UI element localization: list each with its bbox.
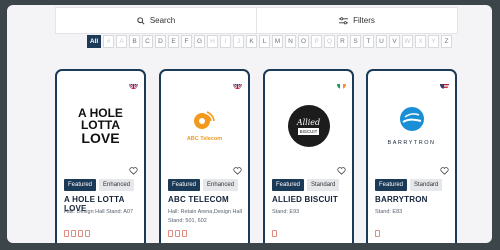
document-icon[interactable] xyxy=(78,230,83,237)
tier-badge: Enhanced xyxy=(99,179,135,191)
exhibitor-card[interactable]: ABC Telecom Featured Enhanced ABC TELECO… xyxy=(159,69,250,243)
document-icon[interactable] xyxy=(375,230,380,237)
filter-icon xyxy=(339,16,349,24)
alphabet-filter-letter[interactable]: B xyxy=(129,35,140,48)
search-icon xyxy=(137,16,145,25)
ireland-flag-icon xyxy=(337,80,346,89)
alphabet-filter: All # A B C D E F G H I J K L M N O P Q R S T U V W X Y Z xyxy=(87,35,452,48)
favorite-heart-icon[interactable] xyxy=(233,167,242,175)
alphabet-filter-letter[interactable]: E xyxy=(168,35,179,48)
search-button[interactable]: Search xyxy=(56,8,256,33)
exhibitor-location: Hall: Design Hall Stand: A07 xyxy=(64,209,134,215)
document-icon[interactable] xyxy=(71,230,76,237)
alphabet-filter-letter[interactable]: # xyxy=(103,35,114,48)
exhibitor-logo: Allied BISCUIT xyxy=(265,95,352,157)
exhibitor-logo: ABC Telecom xyxy=(161,95,248,157)
alphabet-filter-all[interactable]: All xyxy=(87,35,101,48)
alphabet-filter-letter[interactable]: G xyxy=(194,35,205,48)
alphabet-filter-letter[interactable]: K xyxy=(246,35,257,48)
document-icon[interactable] xyxy=(182,230,187,237)
document-icons xyxy=(168,230,187,237)
alphabet-filter-letter[interactable]: I xyxy=(220,35,231,48)
alphabet-filter-letter[interactable]: N xyxy=(285,35,296,48)
tier-badge: Standard xyxy=(307,179,340,191)
alphabet-filter-letter[interactable]: P xyxy=(311,35,322,48)
alphabet-filter-letter[interactable]: O xyxy=(298,35,309,48)
exhibitor-location: Stand: E83 xyxy=(375,209,403,215)
exhibitor-location: Hall: Retain Arena,Design Hall Stand: 50… xyxy=(168,209,242,224)
alphabet-filter-letter[interactable]: J xyxy=(233,35,244,48)
logo-text: Allied xyxy=(296,117,321,127)
alphabet-filter-letter[interactable]: L xyxy=(259,35,270,48)
document-icons xyxy=(375,230,380,237)
document-icons xyxy=(64,230,90,237)
favorite-heart-icon[interactable] xyxy=(129,167,138,175)
alphabet-filter-letter[interactable]: F xyxy=(181,35,192,48)
alphabet-filter-letter[interactable]: Y xyxy=(428,35,439,48)
alphabet-filter-letter[interactable]: R xyxy=(337,35,348,48)
alphabet-filter-letter[interactable]: M xyxy=(272,35,283,48)
exhibitor-directory: Search Filters All # A B C D E F G H I J K L M N O P Q R S T U… xyxy=(7,5,492,243)
alphabet-filter-letter[interactable]: U xyxy=(376,35,387,48)
featured-badge: Featured xyxy=(64,179,97,191)
logo-text: BARRYTRON xyxy=(387,140,436,146)
logo-subtext: BISCUIT xyxy=(297,127,320,135)
alphabet-filter-letter[interactable]: V xyxy=(389,35,400,48)
exhibitor-name[interactable]: ALLIED BISCUIT xyxy=(272,195,338,204)
exhibitor-name[interactable]: ABC TELECOM xyxy=(168,195,229,204)
alphabet-filter-letter[interactable]: A xyxy=(116,35,127,48)
alphabet-filter-letter[interactable]: D xyxy=(155,35,166,48)
search-label: Search xyxy=(149,16,176,25)
document-icon[interactable] xyxy=(272,230,277,237)
abc-telecom-logo-mark xyxy=(194,110,216,129)
alphabet-filter-letter[interactable]: H xyxy=(207,35,218,48)
featured-badge: Featured xyxy=(272,179,305,191)
alphabet-filter-letter[interactable]: Q xyxy=(324,35,335,48)
document-icon[interactable] xyxy=(168,230,173,237)
logo-text: ABC Telecom xyxy=(186,135,223,142)
exhibitor-logo: BARRYTRON xyxy=(368,95,455,157)
alphabet-filter-letter[interactable]: T xyxy=(363,35,374,48)
document-icon[interactable] xyxy=(85,230,90,237)
favorite-heart-icon[interactable] xyxy=(337,167,346,175)
alphabet-filter-letter[interactable]: C xyxy=(142,35,153,48)
exhibitor-card[interactable]: A HOLE LOTTA LOVE Featured Enhanced A HO… xyxy=(55,69,146,243)
alphabet-filter-letter[interactable]: X xyxy=(415,35,426,48)
alphabet-filter-letter[interactable]: Z xyxy=(441,35,452,48)
tier-badge: Enhanced xyxy=(203,179,239,191)
alphabet-filter-letter[interactable]: W xyxy=(402,35,413,48)
usa-flag-icon xyxy=(440,80,449,89)
barrytron-logo-mark xyxy=(399,107,424,131)
featured-badge: Featured xyxy=(375,179,408,191)
alphabet-filter-letter[interactable]: S xyxy=(350,35,361,48)
exhibitor-name[interactable]: BARRYTRON xyxy=(375,195,428,204)
tier-badge: Standard xyxy=(410,179,443,191)
document-icons xyxy=(272,230,277,237)
filters-label: Filters xyxy=(353,16,375,25)
uk-flag-icon xyxy=(129,80,138,89)
exhibitor-card[interactable]: BARRYTRON Featured Standard BARRYTRON St… xyxy=(366,69,457,243)
uk-flag-icon xyxy=(233,80,242,89)
exhibitor-logo: A HOLE LOTTA LOVE xyxy=(57,95,144,157)
exhibitor-location: Stand: E93 xyxy=(272,209,300,215)
document-icon[interactable] xyxy=(64,230,69,237)
document-icon[interactable] xyxy=(175,230,180,237)
search-filter-bar: Search Filters xyxy=(55,7,458,34)
exhibitor-card[interactable]: Allied BISCUIT Featured Standard ALLIED … xyxy=(263,69,354,243)
logo-line: LOVE xyxy=(81,130,120,146)
filters-button[interactable]: Filters xyxy=(256,8,457,33)
featured-badge: Featured xyxy=(168,179,201,191)
favorite-heart-icon[interactable] xyxy=(440,167,449,175)
